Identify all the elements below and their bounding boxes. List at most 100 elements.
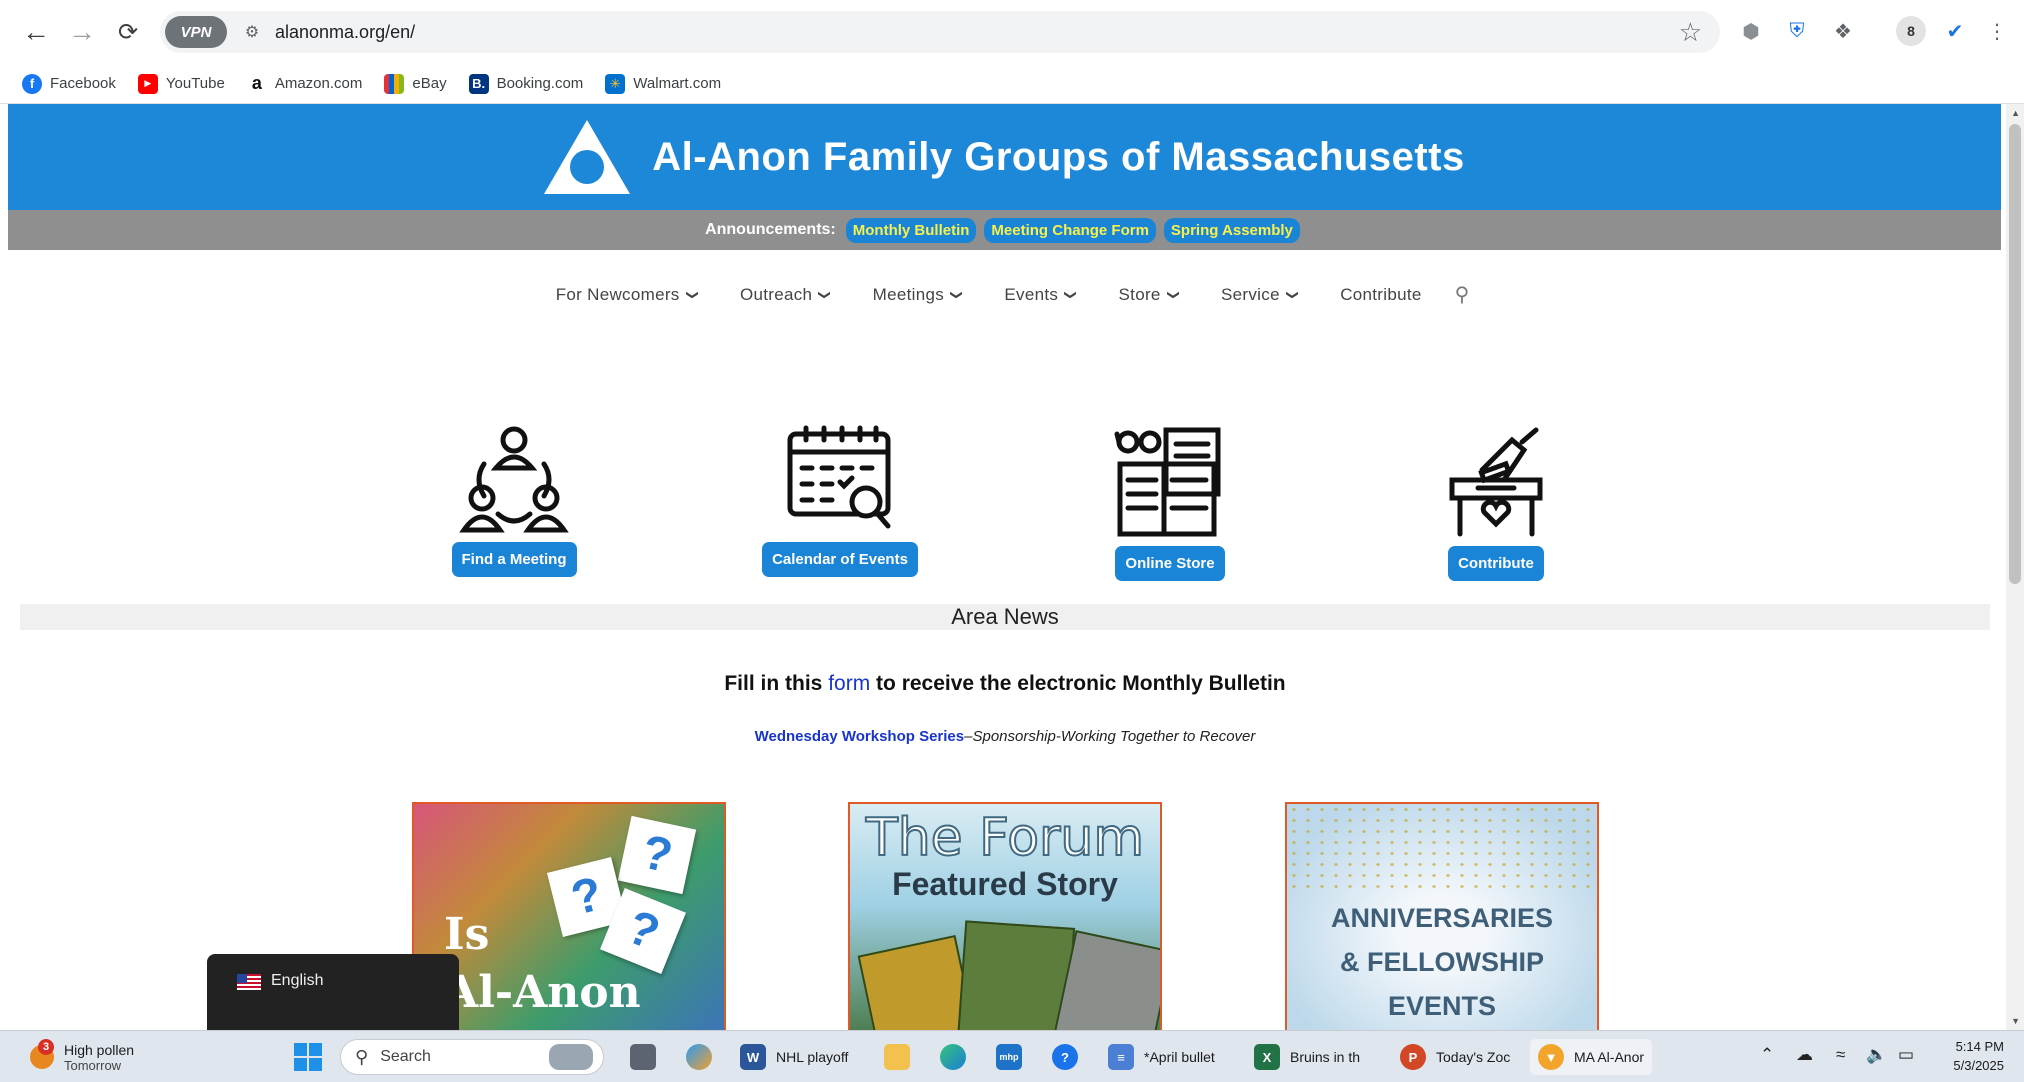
battery-icon[interactable]: ▭ bbox=[1898, 1045, 1914, 1065]
taskbar-app-ma-al-anon[interactable]: ▼ MA Al-Anor bbox=[1530, 1039, 1653, 1075]
app-label: Bruins in th bbox=[1290, 1049, 1361, 1065]
taskbar-app-bruins[interactable]: X Bruins in th bbox=[1254, 1039, 1360, 1075]
help-app-button[interactable]: ? bbox=[1052, 1039, 1088, 1075]
card3-text: ANNIVERSARIES & FELLOWSHIP EVENTS bbox=[1287, 896, 1597, 1028]
taskbar-app-april-bulletin[interactable]: ≡ *April bullet bbox=[1108, 1039, 1215, 1075]
edge-icon bbox=[940, 1044, 966, 1070]
site-info-icon[interactable]: ⚙ bbox=[239, 19, 265, 45]
extensions-puzzle-icon[interactable]: ❖ bbox=[1828, 16, 1858, 46]
anniversaries-events-card[interactable]: ANNIVERSARIES & FELLOWSHIP EVENTS bbox=[1285, 802, 1599, 1030]
edge-button[interactable] bbox=[940, 1039, 976, 1075]
forum-featured-story-card[interactable]: The Forum Featured Story bbox=[848, 802, 1162, 1030]
forward-arrow-icon[interactable]: → bbox=[62, 12, 102, 52]
search-icon[interactable]: ⚲ bbox=[1455, 282, 1470, 307]
bookmarks-bar: f Facebook ▶ YouTube a Amazon.com eBay B… bbox=[0, 64, 2024, 104]
nav-service[interactable]: Service ❯ bbox=[1221, 285, 1300, 305]
bookmark-star-icon[interactable]: ☆ bbox=[1679, 17, 1702, 48]
reload-icon[interactable]: ⟳ bbox=[108, 12, 148, 52]
bookmark-ebay[interactable]: eBay bbox=[384, 73, 447, 94]
find-meeting-button[interactable]: Find a Meeting bbox=[451, 542, 577, 577]
chevron-down-icon: ❯ bbox=[1064, 289, 1079, 300]
contribute-button[interactable]: Contribute bbox=[1448, 546, 1544, 581]
is-al-anon-card[interactable]: ? ? ? Is Al-Anon bbox=[412, 802, 726, 1030]
help-icon: ? bbox=[1052, 1044, 1078, 1070]
nav-meetings[interactable]: Meetings ❯ bbox=[873, 285, 965, 305]
copilot-icon bbox=[686, 1044, 712, 1070]
calendar-of-events-button[interactable]: Calendar of Events bbox=[762, 542, 918, 577]
address-bar[interactable]: VPN ⚙ alanonma.org/en/ ☆ bbox=[160, 11, 1720, 53]
system-clock[interactable]: 5:14 PM 5/3/2025 bbox=[1953, 1037, 2004, 1075]
task-view-button[interactable] bbox=[630, 1039, 666, 1075]
nav-store[interactable]: Store ❯ bbox=[1118, 284, 1181, 305]
taskbar-app-todays-zoom[interactable]: P Today's Zoc bbox=[1400, 1039, 1510, 1075]
card1-title: Is Al-Anon bbox=[444, 906, 641, 1022]
onedrive-cloud-icon[interactable]: ☁ bbox=[1796, 1045, 1813, 1065]
al-anon-logo-icon[interactable] bbox=[544, 120, 631, 194]
profile-avatar[interactable]: 8 bbox=[1896, 16, 1926, 46]
book-glasses-icon[interactable] bbox=[1110, 424, 1230, 538]
copilot-button[interactable] bbox=[686, 1039, 722, 1075]
extension-shield-icon[interactable]: ⬢ bbox=[1736, 16, 1766, 46]
bookmark-facebook[interactable]: f Facebook bbox=[22, 73, 116, 94]
nav-events[interactable]: Events ❯ bbox=[1004, 285, 1079, 305]
start-button[interactable] bbox=[294, 1039, 322, 1075]
mhp-app-button[interactable]: mhp bbox=[996, 1039, 1032, 1075]
nav-for-newcomers[interactable]: For Newcomers ❯ bbox=[556, 285, 700, 305]
scrollbar-thumb[interactable] bbox=[2009, 124, 2021, 584]
announcement-spring-assembly[interactable]: Spring Assembly bbox=[1163, 217, 1300, 243]
menu-kebab-icon[interactable]: ⋮ bbox=[1982, 16, 2012, 46]
clock-time: 5:14 PM bbox=[1955, 1039, 2004, 1054]
card3-line1: ANNIVERSARIES bbox=[1330, 903, 1554, 933]
announcement-monthly-bulletin[interactable]: Monthly Bulletin bbox=[845, 217, 977, 243]
page-scrollbar[interactable]: ▲ ▼ bbox=[2006, 104, 2024, 1030]
clock-date: 5/3/2025 bbox=[1953, 1058, 2004, 1073]
workshop-series-subtitle: –Sponsorship-Working Together to Recover bbox=[964, 728, 1256, 745]
language-switcher[interactable]: English bbox=[207, 954, 459, 1030]
feature-contribute: Contribute bbox=[1386, 424, 1606, 581]
weather-widget[interactable]: 3 High pollen Tomorrow bbox=[30, 1039, 134, 1075]
card1-line2: Al-Anon bbox=[444, 967, 641, 1018]
taskbar-app-nhl[interactable]: W NHL playoff bbox=[740, 1039, 848, 1075]
weather-badge: 3 bbox=[38, 1039, 54, 1055]
donation-box-icon[interactable] bbox=[1436, 424, 1556, 538]
calendar-search-icon[interactable] bbox=[780, 424, 900, 534]
chevron-down-icon: ❯ bbox=[1166, 289, 1181, 300]
people-meeting-icon[interactable] bbox=[454, 424, 574, 534]
ebay-icon bbox=[384, 73, 405, 94]
language-label: English bbox=[271, 972, 324, 989]
password-shield-icon[interactable]: ⛨ bbox=[1782, 16, 1812, 46]
back-arrow-icon[interactable]: ← bbox=[16, 12, 56, 52]
bookmark-youtube[interactable]: ▶ YouTube bbox=[137, 73, 225, 94]
chevron-up-icon[interactable]: ⌃ bbox=[1760, 1045, 1774, 1065]
volume-icon[interactable]: 🔈 bbox=[1866, 1045, 1887, 1065]
scroll-down-arrow-icon[interactable]: ▼ bbox=[2011, 1016, 2020, 1026]
announcement-meeting-change-form[interactable]: Meeting Change Form bbox=[984, 217, 1156, 243]
bookmark-booking[interactable]: B. Booking.com bbox=[468, 73, 583, 94]
nav-outreach[interactable]: Outreach ❯ bbox=[740, 285, 833, 305]
vpn-badge[interactable]: VPN bbox=[165, 16, 227, 48]
excel-icon: X bbox=[1254, 1044, 1280, 1070]
security-shield-icon[interactable]: ✔ bbox=[1940, 16, 1970, 46]
url-text[interactable]: alanonma.org/en/ bbox=[275, 22, 415, 43]
windows-taskbar: 3 High pollen Tomorrow ⚲ Search W NHL pl… bbox=[0, 1030, 2024, 1082]
scroll-up-arrow-icon[interactable]: ▲ bbox=[2011, 108, 2020, 118]
workshop-series-link[interactable]: Wednesday Workshop Series bbox=[755, 728, 965, 745]
online-store-button[interactable]: Online Store bbox=[1115, 546, 1225, 581]
app-label: *April bullet bbox=[1144, 1049, 1215, 1065]
weather-title: High pollen bbox=[64, 1041, 135, 1058]
app-label: MA Al-Anor bbox=[1574, 1049, 1645, 1065]
weather-text: High pollen Tomorrow bbox=[64, 1042, 134, 1073]
announcements-bar: Announcements: Monthly Bulletin Meeting … bbox=[8, 210, 2001, 250]
taskbar-search-placeholder: Search bbox=[380, 1048, 431, 1065]
bookmark-walmart[interactable]: ✳ Walmart.com bbox=[605, 73, 721, 94]
bulletin-form-link[interactable]: form bbox=[828, 672, 870, 695]
bookmark-amazon[interactable]: a Amazon.com bbox=[247, 73, 363, 94]
site-title[interactable]: Al-Anon Family Groups of Massachusetts bbox=[652, 135, 1464, 180]
wifi-icon[interactable]: ≈ bbox=[1836, 1045, 1845, 1065]
nav-label: Store bbox=[1118, 284, 1161, 304]
bookmark-label: YouTube bbox=[165, 75, 225, 92]
file-explorer-button[interactable] bbox=[884, 1039, 920, 1075]
taskbar-search[interactable]: ⚲ Search bbox=[340, 1039, 604, 1075]
nav-contribute[interactable]: Contribute bbox=[1340, 285, 1421, 305]
feature-calendar: Calendar of Events bbox=[730, 424, 950, 577]
